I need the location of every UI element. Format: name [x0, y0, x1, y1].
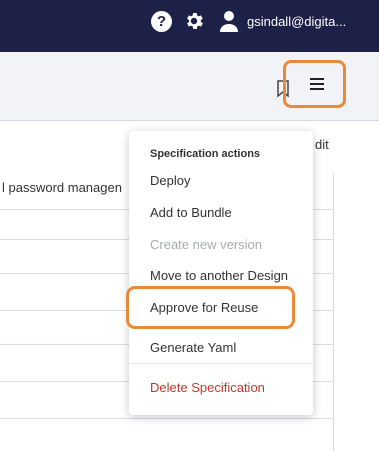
menu-item-add-to-bundle[interactable]: Add to Bundle — [150, 205, 232, 220]
menu-item-generate-yaml[interactable]: Generate Yaml — [150, 340, 236, 355]
table-cell-text: l password managen — [2, 180, 122, 195]
user-icon[interactable] — [218, 9, 240, 33]
top-navigation-bar: ? gsindall@digita... — [0, 0, 379, 52]
hamburger-menu-icon — [310, 78, 324, 90]
table-column-divider — [333, 173, 334, 451]
approve-for-reuse-highlight — [126, 286, 295, 329]
actions-menu-button[interactable] — [283, 60, 346, 108]
user-email[interactable]: gsindall@digita... — [247, 14, 346, 29]
table-row-divider — [0, 418, 334, 419]
menu-divider — [129, 363, 313, 364]
help-icon[interactable]: ? — [151, 11, 172, 32]
menu-item-move-to-another-design[interactable]: Move to another Design — [150, 268, 288, 283]
menu-item-delete-specification[interactable]: Delete Specification — [150, 380, 265, 395]
gear-icon[interactable] — [183, 10, 205, 32]
menu-item-deploy[interactable]: Deploy — [150, 173, 190, 188]
menu-item-create-new-version: Create new version — [150, 237, 262, 252]
menu-header: Specification actions — [150, 148, 261, 160]
specification-actions-menu: Specification actions Deploy Add to Bund… — [129, 131, 313, 415]
column-header-fragment: dit — [315, 137, 329, 152]
